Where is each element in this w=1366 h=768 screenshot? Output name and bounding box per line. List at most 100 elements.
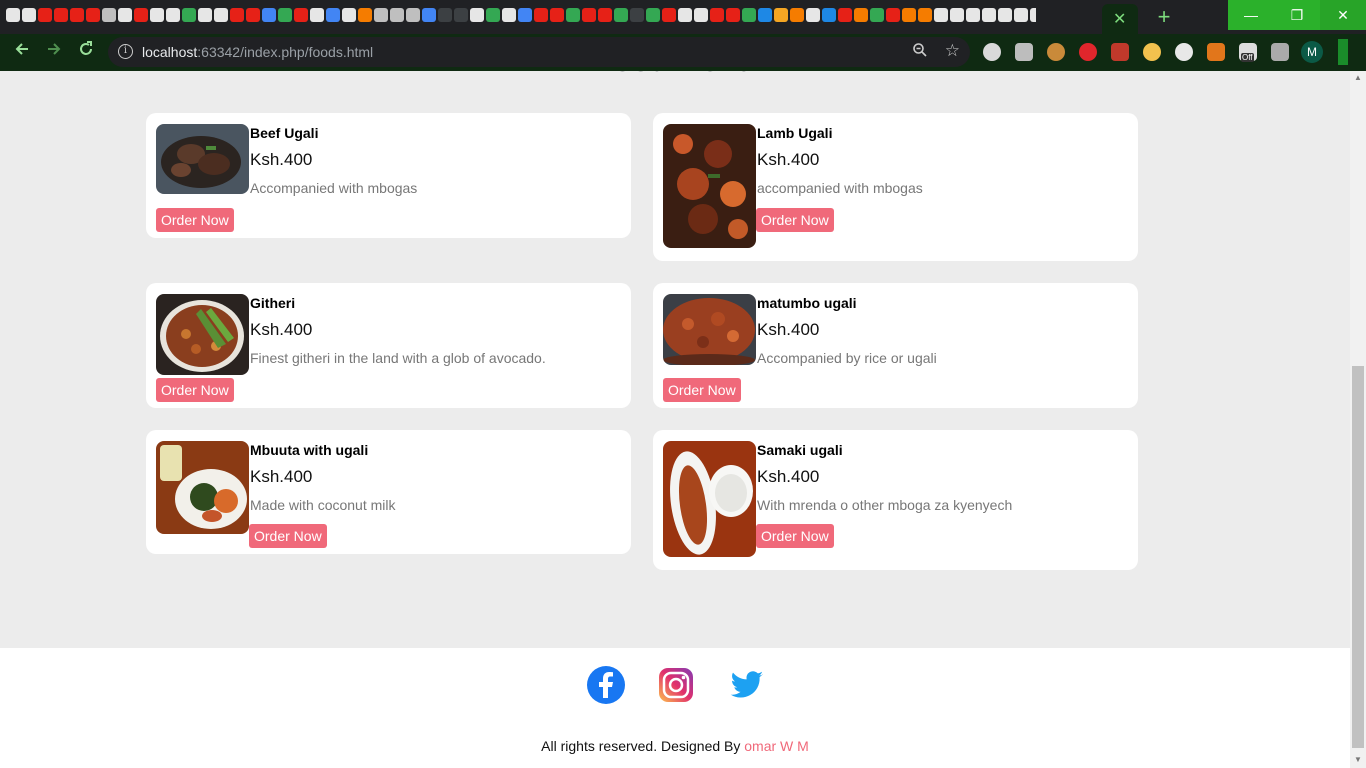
tab-favicon-icon[interactable]: [150, 8, 164, 22]
extension-book-icon[interactable]: [1111, 43, 1129, 61]
tab-favicon-icon[interactable]: [214, 8, 228, 22]
tab-favicon-icon[interactable]: [726, 8, 740, 22]
order-now-button[interactable]: Order Now: [156, 208, 234, 232]
extension-circle-icon[interactable]: [1175, 43, 1193, 61]
pinned-tabs[interactable]: [6, 8, 1036, 26]
tab-favicon-icon[interactable]: [102, 8, 116, 22]
tab-favicon-icon[interactable]: [454, 8, 468, 22]
tab-favicon-icon[interactable]: [38, 8, 52, 22]
restore-button[interactable]: ❐: [1274, 0, 1320, 30]
tab-favicon-icon[interactable]: [774, 8, 788, 22]
tab-favicon-icon[interactable]: [182, 8, 196, 22]
tab-favicon-icon[interactable]: [870, 8, 884, 22]
tab-favicon-icon[interactable]: [934, 8, 948, 22]
new-tab-button[interactable]: +: [1150, 5, 1178, 29]
author-link[interactable]: omar W M: [744, 738, 809, 754]
instagram-icon[interactable]: [656, 665, 696, 705]
scrollbar-thumb[interactable]: [1352, 366, 1364, 748]
vertical-scrollbar[interactable]: ▲ ▼: [1350, 71, 1366, 768]
scroll-down-icon[interactable]: ▼: [1354, 755, 1362, 764]
browser-menu-button[interactable]: [1338, 39, 1348, 65]
tab-favicon-icon[interactable]: [742, 8, 756, 22]
zoom-icon[interactable]: [912, 42, 928, 62]
tab-favicon-icon[interactable]: [518, 8, 532, 22]
tab-favicon-icon[interactable]: [502, 8, 516, 22]
scroll-up-icon[interactable]: ▲: [1354, 73, 1362, 82]
tab-favicon-icon[interactable]: [310, 8, 324, 22]
tab-favicon-icon[interactable]: [470, 8, 484, 22]
tab-favicon-icon[interactable]: [662, 8, 676, 22]
tab-favicon-icon[interactable]: [278, 8, 292, 22]
extension-coffee-icon[interactable]: Off: [1239, 43, 1257, 62]
tab-favicon-icon[interactable]: [294, 8, 308, 22]
tab-favicon-icon[interactable]: [438, 8, 452, 22]
back-button[interactable]: [10, 40, 34, 64]
tab-favicon-icon[interactable]: [998, 8, 1012, 22]
extension-camera-icon[interactable]: [1015, 43, 1033, 61]
tab-favicon-icon[interactable]: [646, 8, 660, 22]
tab-favicon-icon[interactable]: [246, 8, 260, 22]
tab-favicon-icon[interactable]: [566, 8, 580, 22]
profile-avatar[interactable]: M: [1301, 41, 1323, 63]
twitter-icon[interactable]: [726, 665, 766, 705]
tab-favicon-icon[interactable]: [390, 8, 404, 22]
tab-favicon-icon[interactable]: [614, 8, 628, 22]
order-now-button[interactable]: Order Now: [756, 208, 834, 232]
extension-bulb-icon[interactable]: [983, 43, 1001, 61]
tab-favicon-icon[interactable]: [6, 8, 20, 22]
bookmark-star-icon[interactable]: ☆: [945, 41, 960, 61]
tab-favicon-icon[interactable]: [630, 8, 644, 22]
reload-button[interactable]: [74, 40, 98, 64]
minimize-button[interactable]: —: [1228, 0, 1274, 30]
order-now-button[interactable]: Order Now: [249, 524, 327, 548]
tab-favicon-icon[interactable]: [134, 8, 148, 22]
extension-moon-icon[interactable]: [1143, 43, 1161, 61]
url-text[interactable]: localhost:63342/index.php/foods.html: [142, 44, 373, 60]
site-info-icon[interactable]: i: [118, 44, 133, 59]
tab-favicon-icon[interactable]: [854, 8, 868, 22]
tab-favicon-icon[interactable]: [902, 8, 916, 22]
tab-favicon-icon[interactable]: [822, 8, 836, 22]
tab-favicon-icon[interactable]: [966, 8, 980, 22]
extension-hand-icon[interactable]: [1079, 43, 1097, 61]
tab-favicon-icon[interactable]: [534, 8, 548, 22]
tab-favicon-icon[interactable]: [694, 8, 708, 22]
tab-favicon-icon[interactable]: [758, 8, 772, 22]
active-tab[interactable]: ✕: [1102, 4, 1138, 34]
tab-favicon-icon[interactable]: [54, 8, 68, 22]
tab-favicon-icon[interactable]: [838, 8, 852, 22]
tab-favicon-icon[interactable]: [198, 8, 212, 22]
tab-favicon-icon[interactable]: [86, 8, 100, 22]
tab-favicon-icon[interactable]: [598, 8, 612, 22]
order-now-button[interactable]: Order Now: [663, 378, 741, 402]
tab-favicon-icon[interactable]: [230, 8, 244, 22]
tab-favicon-icon[interactable]: [886, 8, 900, 22]
tab-favicon-icon[interactable]: [70, 8, 84, 22]
tab-favicon-icon[interactable]: [790, 8, 804, 22]
tab-favicon-icon[interactable]: [806, 8, 820, 22]
tab-favicon-icon[interactable]: [950, 8, 964, 22]
tab-favicon-icon[interactable]: [982, 8, 996, 22]
tab-favicon-icon[interactable]: [326, 8, 340, 22]
address-bar[interactable]: i localhost:63342/index.php/foods.html ☆: [108, 37, 970, 67]
tab-favicon-icon[interactable]: [710, 8, 724, 22]
tab-favicon-icon[interactable]: [486, 8, 500, 22]
tab-favicon-icon[interactable]: [22, 8, 36, 22]
tab-favicon-icon[interactable]: [118, 8, 132, 22]
tab-favicon-icon[interactable]: [374, 8, 388, 22]
tab-favicon-icon[interactable]: [262, 8, 276, 22]
tab-favicon-icon[interactable]: [1030, 8, 1036, 22]
extensions-puzzle-icon[interactable]: [1271, 43, 1289, 61]
tab-favicon-icon[interactable]: [678, 8, 692, 22]
tab-favicon-icon[interactable]: [406, 8, 420, 22]
order-now-button[interactable]: Order Now: [156, 378, 234, 402]
extension-fox-icon[interactable]: [1207, 43, 1225, 61]
tab-favicon-icon[interactable]: [582, 8, 596, 22]
tab-favicon-icon[interactable]: [342, 8, 356, 22]
tab-favicon-icon[interactable]: [358, 8, 372, 22]
tab-favicon-icon[interactable]: [422, 8, 436, 22]
tab-favicon-icon[interactable]: [918, 8, 932, 22]
close-tab-icon[interactable]: ✕: [1113, 9, 1126, 29]
forward-button[interactable]: [42, 40, 66, 64]
extension-cookie-icon[interactable]: [1047, 43, 1065, 61]
